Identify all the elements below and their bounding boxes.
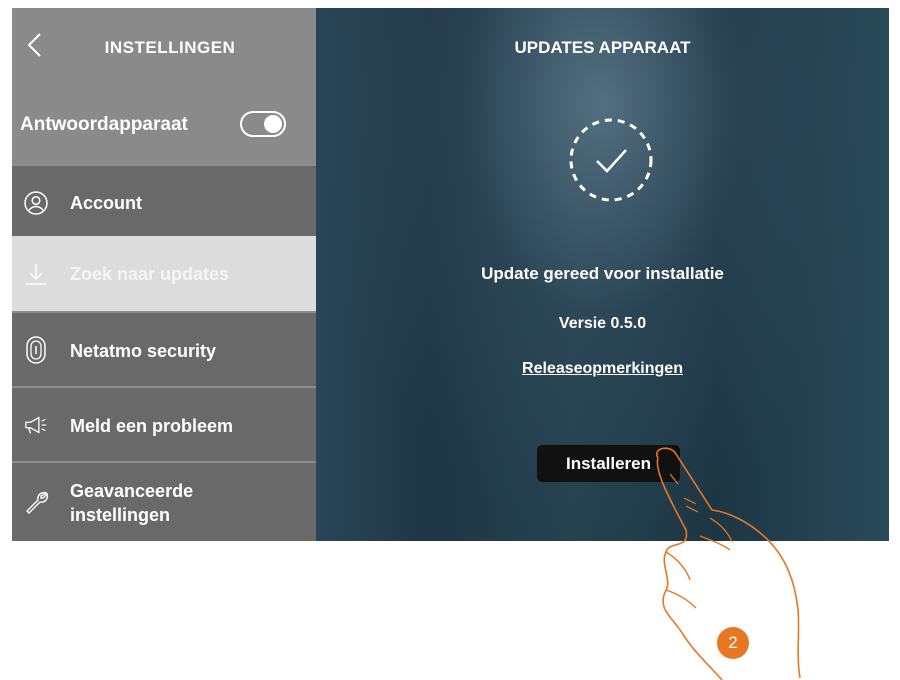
user-icon — [24, 166, 50, 239]
answering-machine-row: Antwoordapparaat — [12, 84, 316, 164]
toggle-knob — [264, 115, 282, 133]
page-title: UPDATES APPARAAT — [514, 38, 691, 57]
sidebar-item-label: Account — [70, 193, 142, 213]
sidebar-item-advanced-settings[interactable]: Geavanceerde instellingen — [12, 461, 316, 541]
answering-machine-label: Antwoordapparaat — [20, 114, 188, 135]
sidebar-item-label: Geavanceerde instellingen — [70, 481, 194, 525]
sidebar-item-label: Netatmo security — [70, 341, 217, 361]
megaphone-icon — [24, 388, 50, 461]
sidebar-item-report-problem[interactable]: Meld een probleem — [12, 386, 316, 461]
sidebar-item-account[interactable]: Account — [12, 164, 316, 239]
update-status: Update gereed voor installatie — [481, 264, 724, 283]
version-label: Versie 0.5.0 — [558, 315, 647, 332]
check-circle-icon — [566, 115, 656, 210]
sidebar-title: INSTELLINGEN — [104, 38, 236, 57]
release-notes-link[interactable]: Releaseopmerkingen — [316, 360, 889, 378]
sidebar-item-label: Meld een probleem — [70, 416, 234, 436]
pointing-hand-icon — [656, 447, 801, 680]
sidebar-item-updates[interactable]: Zoek naar updates — [12, 236, 316, 311]
step-number-badge: 2 — [717, 627, 749, 659]
sidebar-item-netatmo-security[interactable]: Netatmo security — [12, 311, 316, 386]
answering-machine-toggle[interactable] — [240, 111, 286, 137]
settings-sidebar: INSTELLINGEN Antwoordapparaat Account Zo… — [12, 8, 316, 541]
fingerprint-icon — [24, 313, 50, 386]
wrench-icon — [24, 463, 50, 541]
download-icon — [24, 236, 50, 311]
sidebar-item-label: Zoek naar updates — [70, 264, 230, 284]
sidebar-header: INSTELLINGEN — [12, 8, 316, 84]
